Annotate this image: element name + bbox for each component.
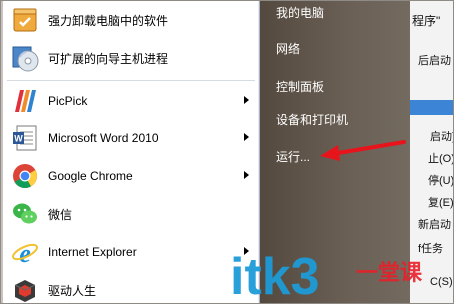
wizard-disc-icon [9, 42, 41, 74]
background-text: 停(U) [428, 175, 454, 187]
program-item-wechat[interactable]: 微信 [9, 196, 255, 232]
svg-text:e: e [19, 239, 31, 267]
program-item-driver-life[interactable]: 驱动人生 [9, 272, 255, 304]
program-label: Google Chrome [48, 169, 133, 183]
background-text: 止(O) [428, 153, 454, 165]
start-menu-screenshot: 强力卸载电脑中的软件 可扩展的向导主机进程 PicPick W Microsof… [0, 0, 454, 304]
wechat-icon [9, 198, 41, 230]
link-control-panel[interactable]: 控制面板 [276, 78, 324, 95]
program-label: PicPick [48, 94, 88, 108]
background-text: 后启动 [418, 55, 451, 67]
program-item-word-2010[interactable]: W Microsoft Word 2010 [9, 120, 255, 156]
watermark-logo: itk3 一堂课 [228, 248, 454, 304]
uninstall-icon [9, 4, 41, 36]
program-item-uninstaller[interactable]: 强力卸载电脑中的软件 [9, 2, 255, 38]
program-label: Microsoft Word 2010 [48, 131, 159, 145]
submenu-arrow-icon [244, 133, 249, 141]
program-item-wizard-host[interactable]: 可扩展的向导主机进程 [9, 40, 255, 76]
background-selected-row [410, 100, 454, 115]
chrome-icon [9, 160, 41, 192]
submenu-arrow-icon [244, 171, 249, 179]
program-list-pane: 强力卸载电脑中的软件 可扩展的向导主机进程 PicPick W Microsof… [3, 0, 260, 304]
program-label: Internet Explorer [48, 245, 137, 259]
background-text: 复(E) [428, 197, 454, 209]
background-text: 新启动 [418, 219, 451, 231]
background-text: 程序" [412, 14, 441, 28]
ie-icon: e [9, 236, 41, 268]
program-label: 可扩展的向导主机进程 [48, 51, 169, 66]
link-devices-printers[interactable]: 设备和打印机 [276, 111, 348, 128]
link-run[interactable]: 运行... [276, 148, 310, 165]
program-label: 驱动人生 [48, 283, 97, 298]
driver-life-icon [9, 274, 41, 304]
program-item-google-chrome[interactable]: Google Chrome [9, 158, 255, 194]
list-divider [7, 80, 255, 81]
picpick-icon [9, 85, 41, 117]
program-label: 微信 [48, 207, 73, 222]
svg-text:W: W [14, 134, 23, 144]
link-my-computer[interactable]: 我的电脑 [276, 4, 324, 21]
svg-text:一堂课: 一堂课 [356, 261, 423, 286]
submenu-arrow-icon [244, 96, 249, 104]
word-icon: W [9, 122, 41, 154]
background-text: 启动) [430, 131, 454, 143]
annotation-arrow-icon [320, 140, 406, 161]
program-item-picpick[interactable]: PicPick [9, 83, 255, 119]
program-label: 强力卸载电脑中的软件 [48, 13, 169, 28]
svg-text:itk3: itk3 [230, 250, 320, 304]
link-network[interactable]: 网络 [276, 40, 300, 57]
program-item-internet-explorer[interactable]: e Internet Explorer [9, 234, 255, 270]
